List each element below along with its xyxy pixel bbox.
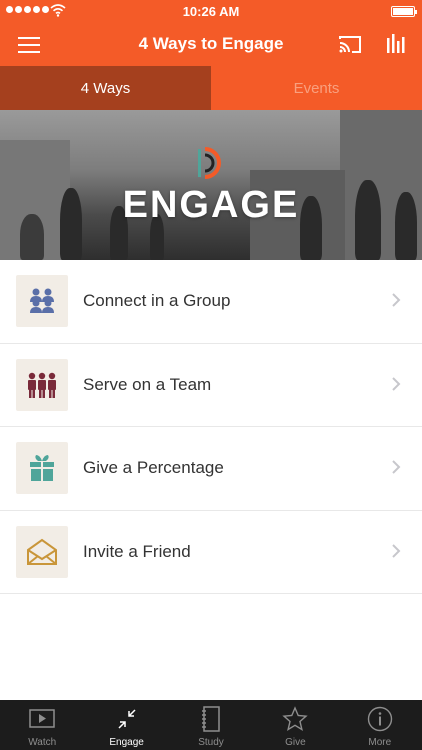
- video-icon: [29, 709, 55, 728]
- list-item-label: Invite a Friend: [83, 541, 191, 561]
- list-item-label: Give a Percentage: [83, 458, 224, 477]
- chevron-right-icon: [392, 376, 401, 391]
- battery-icon: [391, 6, 417, 17]
- tab-label: More: [368, 737, 392, 748]
- hero-title: ENGAGE: [122, 184, 300, 226]
- nav-header: 10:26 AM 4 Ways to Engage: [0, 0, 422, 66]
- tab-engage[interactable]: Engage: [84, 700, 168, 750]
- list-item-invite-friend[interactable]: Invite a Friend: [0, 511, 422, 594]
- status-bar: 10:26 AM: [0, 0, 422, 22]
- list-item-connect-group[interactable]: Connect in a Group: [0, 260, 422, 344]
- tab-events[interactable]: Events: [211, 66, 422, 110]
- tab-label: Engage: [109, 737, 144, 748]
- church-logo-icon: [198, 147, 221, 179]
- tab-more[interactable]: More: [338, 700, 422, 750]
- tab-label: Study: [198, 737, 224, 748]
- engage-list: Connect in a Group Serve on a Team Give …: [0, 260, 422, 594]
- gift-icon: [16, 442, 68, 494]
- tab-label: Watch: [28, 737, 57, 748]
- info-icon: [367, 706, 392, 732]
- list-item-label: Serve on a Team: [83, 374, 212, 394]
- hero-banner: ENGAGE: [0, 110, 422, 260]
- list-item-label: Connect in a Group: [83, 291, 231, 310]
- chevron-right-icon: [392, 543, 401, 558]
- tab-study[interactable]: Study: [169, 700, 253, 750]
- arrows-in-icon: [118, 709, 136, 729]
- tab-watch[interactable]: Watch: [0, 700, 84, 750]
- tab-give[interactable]: Give: [253, 700, 337, 750]
- cast-icon[interactable]: [338, 34, 362, 54]
- notebook-icon: [201, 706, 220, 732]
- status-time: 10:26 AM: [182, 4, 240, 19]
- list-item-serve-team[interactable]: Serve on a Team: [0, 344, 422, 427]
- bottom-tab-bar: Watch Engage Study Give More: [0, 700, 422, 750]
- team-people-icon: [16, 358, 68, 411]
- star-icon: [282, 706, 309, 731]
- tab-label: Give: [285, 737, 306, 748]
- chevron-right-icon: [392, 293, 401, 307]
- list-item-give-percentage[interactable]: Give a Percentage: [0, 427, 422, 511]
- envelope-icon: [16, 525, 68, 578]
- group-people-icon: [16, 275, 68, 327]
- tab-4-ways[interactable]: 4 Ways: [0, 66, 211, 110]
- segment-tabs: 4 Ways Events: [0, 66, 422, 110]
- stats-icon[interactable]: [386, 32, 406, 54]
- chevron-right-icon: [392, 460, 401, 474]
